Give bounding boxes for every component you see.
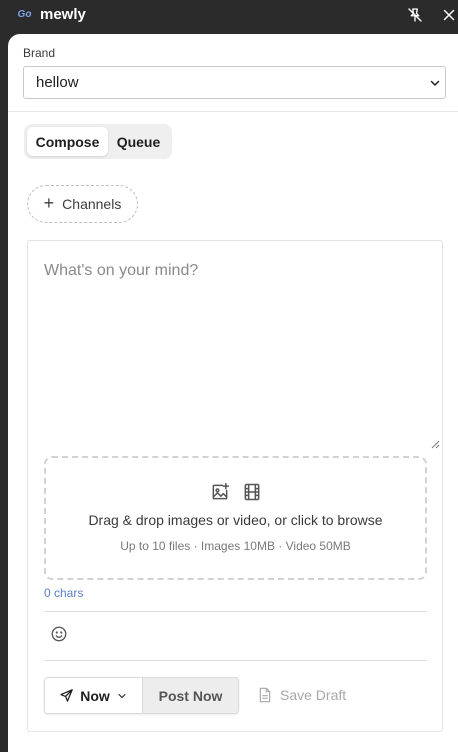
tab-queue[interactable]: Queue xyxy=(110,127,167,156)
char-count: 0 chars xyxy=(44,586,84,600)
send-icon xyxy=(60,689,73,702)
tab-bar: Compose Queue xyxy=(24,124,172,159)
app-logo: Go xyxy=(17,9,32,20)
save-draft-label: Save Draft xyxy=(280,687,347,703)
document-icon xyxy=(259,687,271,703)
add-channels-button[interactable]: + Channels xyxy=(27,185,138,223)
close-icon[interactable] xyxy=(440,6,458,24)
brand-select[interactable]: hellow xyxy=(23,66,446,99)
schedule-dropdown-button[interactable]: Now xyxy=(45,678,143,713)
dropzone-text: Drag & drop images or video, or click to… xyxy=(88,512,383,528)
post-now-button[interactable]: Post Now xyxy=(143,678,238,713)
plus-icon: + xyxy=(43,193,55,213)
brand-select-value: hellow xyxy=(36,74,79,91)
media-dropzone[interactable]: Drag & drop images or video, or click to… xyxy=(44,456,427,580)
dropzone-subtext: Up to 10 files · Images 10MB · Video 50M… xyxy=(120,539,351,553)
resize-handle-icon[interactable] xyxy=(430,439,440,449)
pin-off-icon[interactable] xyxy=(406,6,424,24)
brand-label: Brand xyxy=(23,46,56,60)
title-bar: Go mewly xyxy=(0,0,458,32)
save-draft-button[interactable]: Save Draft xyxy=(258,687,346,703)
film-icon xyxy=(244,483,259,501)
post-placeholder: What's on your mind? xyxy=(44,262,199,279)
divider xyxy=(44,611,427,612)
app-title: mewly xyxy=(40,6,86,23)
post-action-group: Now Post Now xyxy=(44,677,239,714)
side-panel: Brand hellow Compose Queue + Channels Wh… xyxy=(8,34,458,752)
divider xyxy=(44,660,427,661)
emoji-icon[interactable] xyxy=(50,625,68,643)
tab-compose[interactable]: Compose xyxy=(27,127,108,156)
divider xyxy=(8,111,458,112)
post-textarea[interactable]: What's on your mind? xyxy=(28,241,442,451)
dropzone-icons xyxy=(46,482,425,502)
composer-card: What's on your mind? Drag & drop images … xyxy=(27,240,443,732)
schedule-label: Now xyxy=(80,687,110,704)
image-add-icon xyxy=(212,482,229,500)
chevron-down-icon xyxy=(430,80,440,86)
channels-label: Channels xyxy=(62,196,122,212)
chevron-down-icon xyxy=(118,693,126,698)
